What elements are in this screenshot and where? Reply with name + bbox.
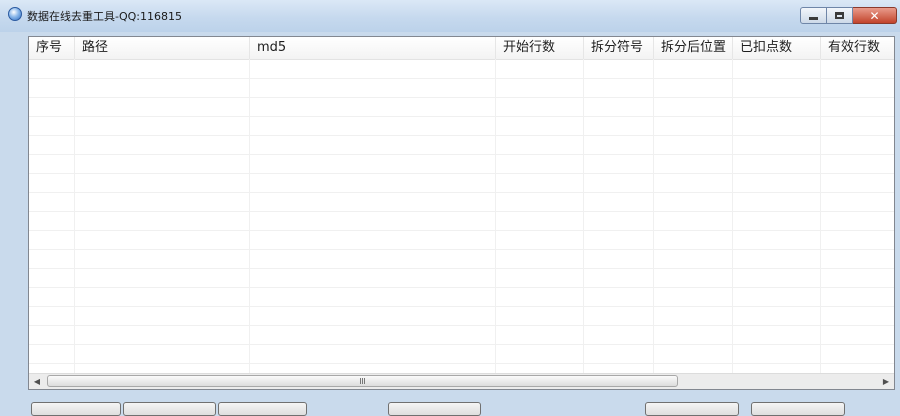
- scrollbar-thumb[interactable]: [47, 375, 678, 387]
- bottom-button-6[interactable]: [751, 402, 845, 416]
- file-list-view[interactable]: 序号 路径 md5 开始行数 拆分符号 拆分后位置 已扣点数 有效行数 ◀ ▶: [28, 36, 895, 390]
- minimize-button[interactable]: [800, 7, 827, 24]
- minimize-icon: [809, 17, 818, 20]
- column-header-md5[interactable]: md5: [250, 37, 496, 59]
- column-header-start-line[interactable]: 开始行数: [496, 37, 584, 59]
- column-header-path[interactable]: 路径: [75, 37, 250, 59]
- arrow-right-icon[interactable]: ▶: [878, 374, 894, 389]
- app-globe-icon[interactable]: [8, 7, 22, 21]
- column-header-deducted-points[interactable]: 已扣点数: [733, 37, 821, 59]
- close-icon: ✕: [869, 8, 880, 23]
- arrow-left-icon[interactable]: ◀: [29, 374, 45, 389]
- column-header-split-position[interactable]: 拆分后位置: [654, 37, 733, 59]
- bottom-button-1[interactable]: [31, 402, 121, 416]
- list-header: 序号 路径 md5 开始行数 拆分符号 拆分后位置 已扣点数 有效行数: [29, 37, 894, 60]
- close-button[interactable]: ✕: [853, 7, 897, 24]
- bottom-button-3[interactable]: [218, 402, 307, 416]
- bottom-button-2[interactable]: [123, 402, 216, 416]
- maximize-button[interactable]: [827, 7, 853, 24]
- bottom-button-5[interactable]: [645, 402, 739, 416]
- column-header-valid-lines[interactable]: 有效行数: [821, 37, 894, 59]
- column-header-split-symbol[interactable]: 拆分符号: [584, 37, 654, 59]
- title-bar[interactable]: 数据在线去重工具-QQ:116815 ✕: [0, 0, 900, 32]
- scrollbar-grip: [360, 378, 366, 384]
- bottom-button-4[interactable]: [388, 402, 481, 416]
- horizontal-scrollbar[interactable]: ◀ ▶: [29, 373, 894, 389]
- window-controls: ✕: [800, 7, 897, 25]
- window-title: 数据在线去重工具-QQ:116815: [27, 10, 182, 23]
- maximize-icon: [835, 12, 844, 19]
- column-header-index[interactable]: 序号: [29, 37, 75, 59]
